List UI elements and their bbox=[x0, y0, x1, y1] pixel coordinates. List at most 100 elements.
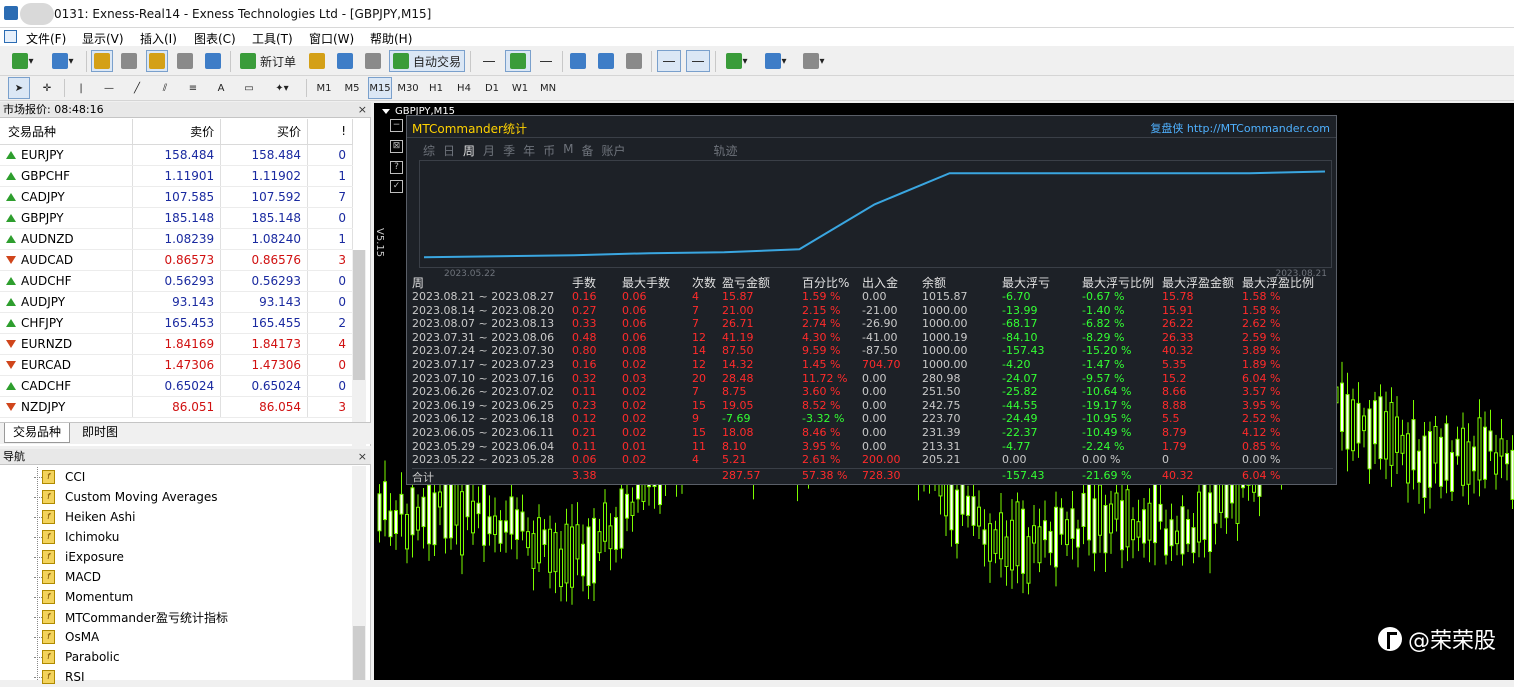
mtc-tab[interactable]: 日 bbox=[443, 142, 455, 158]
table-row[interactable]: EURNZD 1.84169 1.84173 4 bbox=[0, 333, 353, 355]
mtc-tab[interactable]: 月 bbox=[483, 142, 495, 158]
data-window-toggle[interactable] bbox=[118, 50, 140, 72]
mtc-tab[interactable]: 综 bbox=[423, 142, 435, 158]
vertical-line-button[interactable]: | bbox=[70, 77, 92, 99]
tf-m30[interactable]: M30 bbox=[396, 77, 420, 99]
label-button[interactable]: ▭ bbox=[238, 77, 260, 99]
menu-file[interactable]: 文件(F) bbox=[26, 30, 66, 47]
mtc-tab[interactable]: 币 bbox=[543, 142, 555, 158]
mtc-tab[interactable]: 轨迹 bbox=[714, 142, 738, 158]
col-spread[interactable]: ! bbox=[307, 119, 353, 145]
minimize-icon[interactable]: − bbox=[390, 119, 403, 132]
terminal-toggle[interactable] bbox=[174, 50, 196, 72]
mtc-tab[interactable]: 账户 bbox=[601, 142, 625, 158]
signals-button[interactable] bbox=[362, 50, 384, 72]
col-bid[interactable]: 卖价 bbox=[132, 119, 222, 145]
chart-shift-button[interactable] bbox=[686, 50, 710, 72]
close-icon[interactable]: × bbox=[358, 102, 367, 117]
new-chart-button[interactable]: ▾ bbox=[6, 50, 40, 72]
navigator-item[interactable]: f Parabolic bbox=[34, 647, 120, 667]
menu-window[interactable]: 窗口(W) bbox=[309, 30, 354, 47]
zoom-out-button[interactable] bbox=[595, 50, 617, 72]
navigator-item[interactable]: f OsMA bbox=[34, 627, 99, 647]
tile-windows-button[interactable] bbox=[623, 50, 645, 72]
navigator-item[interactable]: f CCI bbox=[34, 467, 85, 487]
close-icon[interactable]: × bbox=[358, 449, 367, 464]
table-row[interactable]: NZDJPY 86.051 86.054 3 bbox=[0, 396, 353, 418]
table-row[interactable]: AUDJPY 93.143 93.143 0 bbox=[0, 291, 353, 313]
navigator-item[interactable]: f Heiken Ashi bbox=[34, 507, 135, 527]
tf-m1[interactable]: M1 bbox=[312, 77, 336, 99]
scroll-thumb[interactable] bbox=[353, 250, 365, 380]
menu-help[interactable]: 帮助(H) bbox=[370, 30, 412, 47]
tf-d1[interactable]: D1 bbox=[480, 77, 504, 99]
navigator-item[interactable]: f Custom Moving Averages bbox=[34, 487, 217, 507]
table-row[interactable]: EURJPY 158.484 158.484 0 bbox=[0, 144, 353, 166]
profiles-button[interactable]: ▾ bbox=[46, 50, 80, 72]
table-row[interactable]: AUDCAD 0.86573 0.86576 3 bbox=[0, 249, 353, 271]
bar-chart-button[interactable] bbox=[478, 50, 500, 72]
navigator-scrollbar[interactable] bbox=[352, 466, 366, 680]
candlestick-button[interactable] bbox=[505, 50, 531, 72]
navigator-item[interactable]: f Ichimoku bbox=[34, 527, 119, 547]
navigator-item[interactable]: f MTCommander盈亏统计指标 bbox=[34, 607, 228, 627]
menu-insert[interactable]: 插入(I) bbox=[140, 30, 177, 47]
help-icon[interactable]: ? bbox=[390, 161, 403, 174]
table-row[interactable]: CHFJPY 165.453 165.455 2 bbox=[0, 312, 353, 334]
tf-h1[interactable]: H1 bbox=[424, 77, 448, 99]
line-chart-button[interactable] bbox=[535, 50, 557, 72]
periods-button[interactable]: ▾ bbox=[759, 50, 793, 72]
mtc-brand-link[interactable]: 复盘侠 http://MTCommander.com bbox=[1150, 120, 1330, 136]
table-row[interactable]: AUDCHF 0.56293 0.56293 0 bbox=[0, 270, 353, 292]
tf-m5[interactable]: M5 bbox=[340, 77, 364, 99]
navigator-item[interactable]: f iExposure bbox=[34, 547, 124, 567]
zoom-in-button[interactable] bbox=[567, 50, 589, 72]
templates-button[interactable]: ▾ bbox=[797, 50, 831, 72]
table-row[interactable]: GBPJPY 185.148 185.148 0 bbox=[0, 207, 353, 229]
table-row[interactable]: CADJPY 107.585 107.592 7 bbox=[0, 186, 353, 208]
navigator-item[interactable]: f MACD bbox=[34, 567, 101, 587]
tf-h4[interactable]: H4 bbox=[452, 77, 476, 99]
document-icon[interactable] bbox=[4, 30, 17, 43]
autoscroll-button[interactable] bbox=[657, 50, 681, 72]
tab-symbols[interactable]: 交易品种 bbox=[4, 423, 71, 443]
table-row[interactable]: AUDNZD 1.08239 1.08240 1 bbox=[0, 228, 353, 250]
navigator-toggle[interactable] bbox=[146, 50, 168, 72]
mtc-tab[interactable]: 备 bbox=[581, 142, 593, 158]
metaeditor-button[interactable] bbox=[306, 50, 328, 72]
tf-w1[interactable]: W1 bbox=[508, 77, 532, 99]
tf-m15[interactable]: M15 bbox=[368, 77, 392, 99]
navigator-item[interactable]: f RSI bbox=[34, 667, 85, 687]
menu-view[interactable]: 显示(V) bbox=[82, 30, 124, 47]
auto-trade-button[interactable]: 自动交易 bbox=[389, 50, 465, 72]
tf-mn[interactable]: MN bbox=[536, 77, 560, 99]
cursor-button[interactable]: ➤ bbox=[8, 77, 30, 99]
market-watch-toggle[interactable] bbox=[91, 50, 113, 72]
horizontal-line-button[interactable]: — bbox=[98, 77, 120, 99]
check-icon[interactable]: ✓ bbox=[390, 180, 403, 193]
col-ask[interactable]: 买价 bbox=[220, 119, 309, 145]
tab-tick-chart[interactable]: 即时图 bbox=[74, 423, 126, 443]
menu-tools[interactable]: 工具(T) bbox=[252, 30, 293, 47]
crosshair-button[interactable]: ✛ bbox=[36, 77, 58, 99]
scroll-thumb[interactable] bbox=[353, 626, 365, 680]
trendline-button[interactable]: ╱ bbox=[126, 77, 148, 99]
community-button[interactable] bbox=[334, 50, 356, 72]
text-button[interactable]: A bbox=[210, 77, 232, 99]
new-order-button[interactable]: 新订单 bbox=[236, 50, 300, 72]
shapes-button[interactable]: ✦▾ bbox=[266, 77, 298, 99]
mtc-tab[interactable]: 年 bbox=[523, 142, 535, 158]
table-row[interactable]: GBPCHF 1.11901 1.11902 1 bbox=[0, 165, 353, 187]
channel-button[interactable]: ⫽ bbox=[154, 77, 176, 99]
menu-chart[interactable]: 图表(C) bbox=[194, 30, 236, 47]
col-symbol[interactable]: 交易品种 bbox=[0, 119, 134, 145]
settings-icon[interactable]: ⊠ bbox=[390, 140, 403, 153]
table-row[interactable]: CADCHF 0.65024 0.65024 0 bbox=[0, 375, 353, 397]
mtc-tab[interactable]: 季 bbox=[503, 142, 515, 158]
strategy-tester-toggle[interactable] bbox=[202, 50, 224, 72]
mtc-tab[interactable]: M bbox=[563, 142, 573, 158]
mtc-tab[interactable]: 周 bbox=[463, 142, 475, 158]
fibonacci-button[interactable]: ≡ bbox=[182, 77, 204, 99]
navigator-item[interactable]: f Momentum bbox=[34, 587, 133, 607]
indicators-button[interactable]: ▾ bbox=[721, 50, 753, 72]
